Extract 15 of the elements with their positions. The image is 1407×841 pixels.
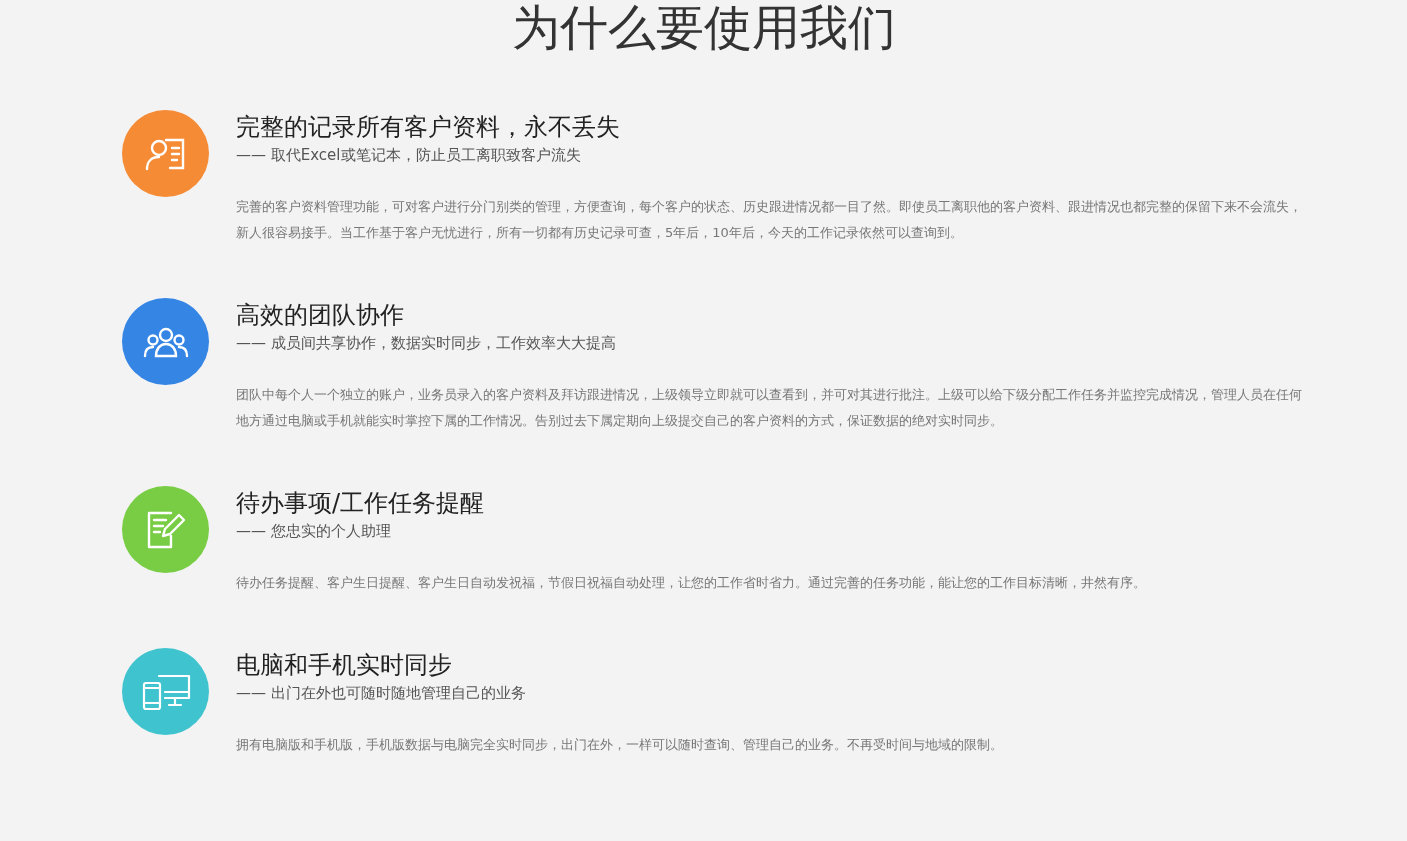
feature-description: 完善的客户资料管理功能，可对客户进行分门别类的管理，方便查询，每个客户的状态、历史跟进情况都一目了然。即使员工离职他的客户资料、跟进情况也都完整的保留下来不会流失，新人很容易接手。当工作基于客户无忧进行，所有一切都有历史记录可查，5年后，10年后，今天的工作记录依然可以查询到。 <box>236 198 1303 242</box>
phone-and-monitor-icon <box>140 672 191 711</box>
feature-subtitle: —— 成员间共享协作，数据实时同步，工作效率大大提高 <box>236 333 617 354</box>
feature-description: 待办任务提醒、客户生日提醒、客户生日自动发祝福，节假日祝福自动处理，让您的工作省时省力。通过完善的任务功能，能让您的工作目标清晰，井然有序。 <box>236 574 1147 592</box>
feature-description: 拥有电脑版和手机版，手机版数据与电脑完全实时同步，出门在外，一样可以随时查询、管理自己的业务。不再受时间与地域的限制。 <box>236 736 1004 754</box>
feature-heading: 高效的团队协作 <box>236 300 405 331</box>
feature-subtitle: —— 您忠实的个人助理 <box>236 521 392 542</box>
team-icon <box>142 325 189 358</box>
feature-heading: 电脑和手机实时同步 <box>236 650 453 681</box>
page-title: 为什么要使用我们 <box>510 0 897 57</box>
feature-description: 团队中每个人一个独立的账户，业务员录入的客户资料及拜访跟进情况，上级领导立即就可以查看到，并可对其进行批注。上级可以给下级分配工作任务并监控完成情况，管理人员在任何地方通过电脑或手机就能实时掌控下属的工作情况。告别过去下属定期向上级提交自己的客户资料的方式，保证数据的绝对实时同步。 <box>236 386 1303 430</box>
feature-heading: 待办事项/工作任务提醒 <box>236 488 486 519</box>
feature-subtitle: —— 出门在外也可随时随地管理自己的业务 <box>236 683 527 704</box>
feature-subtitle: —— 取代Excel或笔记本，防止员工离职致客户流失 <box>236 145 582 166</box>
feature-heading: 完整的记录所有客户资料，永不丢失 <box>236 112 621 143</box>
